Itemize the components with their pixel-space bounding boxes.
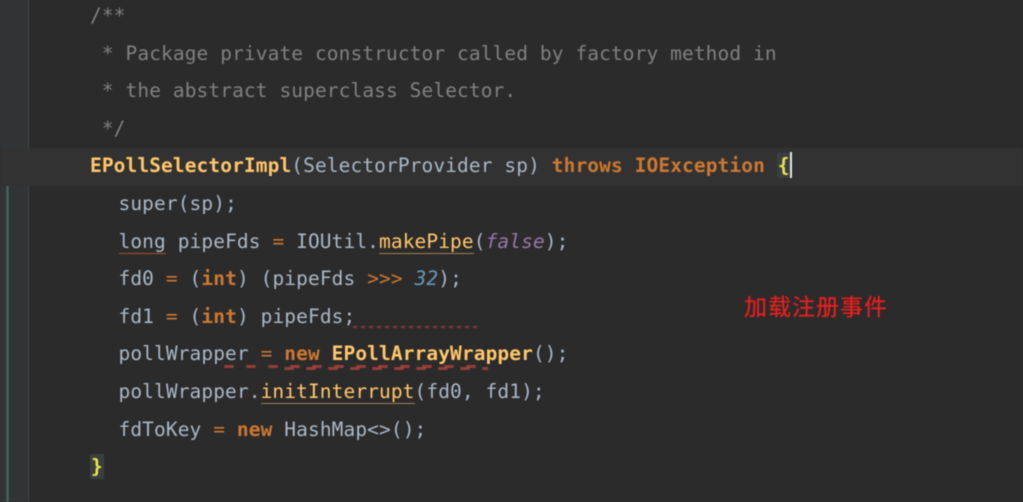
vcs-change-marker[interactable]: [6, 150, 9, 502]
code-line-row[interactable]: pollWrapper = new EPollArrayWrapper();: [28, 335, 1023, 373]
code-token: makePipe: [379, 229, 474, 254]
code-token: int: [201, 267, 237, 291]
code-line-row[interactable]: fdToKey = new HashMap<>();: [28, 411, 1023, 449]
code-line[interactable]: * Package private constructor called by …: [28, 35, 1023, 73]
code-token: ) pipeFds;: [236, 304, 356, 328]
code-token: EPollArrayWrapper: [331, 342, 533, 366]
code-token: ();: [532, 342, 569, 366]
code-line[interactable]: pollWrapper = new EPollArrayWrapper();: [28, 335, 1023, 373]
code-line-row[interactable]: * Package private constructor called by …: [28, 35, 1023, 73]
code-line[interactable]: /**: [28, 0, 1023, 35]
code-token: (: [473, 229, 486, 253]
code-token: pollWrapper: [118, 342, 261, 366]
editor-gutter[interactable]: [0, 0, 28, 502]
code-token: (: [291, 154, 304, 178]
code-token: EPollSelectorImpl: [90, 154, 292, 178]
code-line[interactable]: EPollSelectorImpl(SelectorProvider sp) t…: [28, 147, 1023, 185]
code-line-row[interactable]: }: [28, 448, 1023, 486]
code-token: /**: [90, 4, 126, 27]
code-token: (: [177, 267, 202, 291]
code-token: >>>: [367, 267, 403, 291]
code-line[interactable]: * the abstract superclass Selector.: [28, 72, 1023, 110]
code-token: super: [118, 192, 178, 215]
code-token: =: [272, 229, 285, 253]
code-token: * Package private constructor called by …: [90, 41, 777, 65]
code-token: int: [201, 304, 237, 328]
code-token: (sp);: [177, 192, 237, 215]
code-token: =: [213, 417, 226, 441]
code-line[interactable]: }: [28, 448, 1023, 486]
code-token: initInterrupt: [260, 380, 415, 404]
code-token: throws: [551, 154, 623, 178]
code-line-row[interactable]: pollWrapper.initInterrupt(fd0, fd1);: [28, 373, 1023, 411]
code-editor[interactable]: /** * Package private constructor called…: [0, 0, 1023, 502]
code-token: ) (pipeFds: [236, 267, 368, 291]
code-line[interactable]: super(sp);: [28, 185, 1023, 223]
text-caret: [789, 152, 792, 179]
code-line-row[interactable]: EPollSelectorImpl(SelectorProvider sp) t…: [28, 147, 1023, 185]
code-line-row[interactable]: super(sp);: [28, 185, 1023, 223]
code-token: * the abstract superclass Selector.: [90, 79, 517, 103]
code-token: =: [260, 342, 273, 366]
code-token: =: [165, 267, 178, 291]
code-token: false: [485, 229, 545, 253]
code-token: new: [236, 417, 273, 441]
code-token: fd1: [118, 304, 166, 328]
code-token: }: [90, 454, 104, 480]
code-token: (fd0, fd1);: [414, 380, 545, 403]
code-token: new: [284, 342, 320, 366]
code-token: =: [165, 304, 178, 328]
code-line-row[interactable]: /**: [28, 0, 1023, 35]
code-token: */: [90, 116, 126, 140]
code-line[interactable]: long pipeFds = IOUtil.makePipe(false);: [28, 223, 1023, 261]
code-token: 32: [414, 267, 439, 291]
code-token: fdToKey: [118, 417, 214, 441]
code-text-area[interactable]: /** * Package private constructor called…: [28, 0, 1023, 502]
code-line[interactable]: */: [28, 110, 1023, 148]
code-token: IOUtil.: [284, 229, 380, 253]
code-line-row[interactable]: * the abstract superclass Selector.: [28, 72, 1023, 110]
code-token: ): [528, 154, 540, 178]
red-text-annotation: 加载注册事件: [744, 295, 888, 321]
code-token: pollWrapper.: [118, 380, 261, 403]
code-token: long: [118, 229, 166, 253]
code-token: );: [438, 267, 462, 291]
code-line-row[interactable]: long pipeFds = IOUtil.makePipe(false);: [28, 223, 1023, 261]
code-token: );: [544, 229, 569, 253]
code-token: (: [177, 304, 202, 328]
code-line[interactable]: pollWrapper.initInterrupt(fd0, fd1);: [28, 373, 1023, 411]
code-token: SelectorProvider sp: [303, 154, 529, 178]
code-line-row[interactable]: */: [28, 110, 1023, 148]
code-line[interactable]: fdToKey = new HashMap<>();: [28, 411, 1023, 449]
code-token: IOException: [634, 154, 765, 178]
code-token: pipeFds: [165, 229, 273, 253]
code-token: {: [776, 153, 791, 179]
code-token: HashMap<>();: [272, 417, 427, 441]
code-token: fd0: [118, 267, 166, 291]
